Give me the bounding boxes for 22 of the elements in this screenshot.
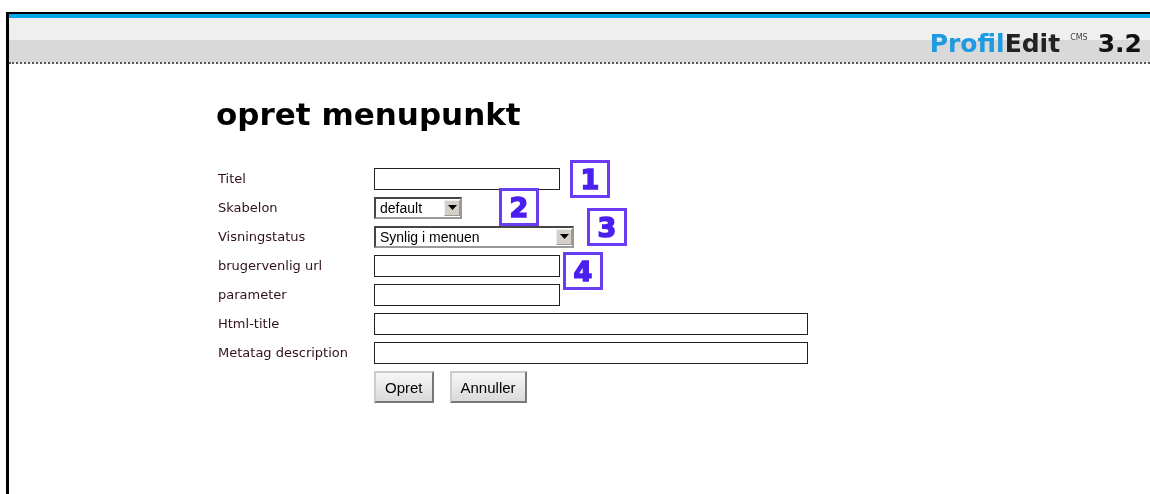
text-field[interactable] xyxy=(374,254,560,277)
field-label: Visningstatus xyxy=(217,229,307,244)
field-label: Html-title xyxy=(217,316,281,331)
field-label: Skabelon xyxy=(217,200,279,215)
text-field[interactable] xyxy=(374,167,560,190)
field-label: parameter xyxy=(217,287,288,302)
dropdown[interactable]: Synlig i menuen xyxy=(374,225,574,248)
page-title: opret menupunkt xyxy=(216,96,522,132)
field-label: brugervenlig url xyxy=(217,258,324,273)
form-button[interactable]: Annuller xyxy=(449,371,527,403)
field-label: Titel xyxy=(217,171,247,186)
text-field[interactable] xyxy=(374,341,808,364)
text-field[interactable] xyxy=(374,283,560,306)
callout-number: 2 xyxy=(499,188,539,226)
text-field[interactable] xyxy=(374,312,808,335)
callout-number: 3 xyxy=(587,208,627,246)
callout-number: 1 xyxy=(570,160,610,198)
logo: ProfilEdit CMS 3.2 xyxy=(929,28,1143,58)
field-label: Metatag description xyxy=(217,345,349,360)
dropdown[interactable]: default xyxy=(374,196,462,219)
form-button[interactable]: Opret xyxy=(374,371,434,403)
callout-number: 4 xyxy=(563,252,603,290)
